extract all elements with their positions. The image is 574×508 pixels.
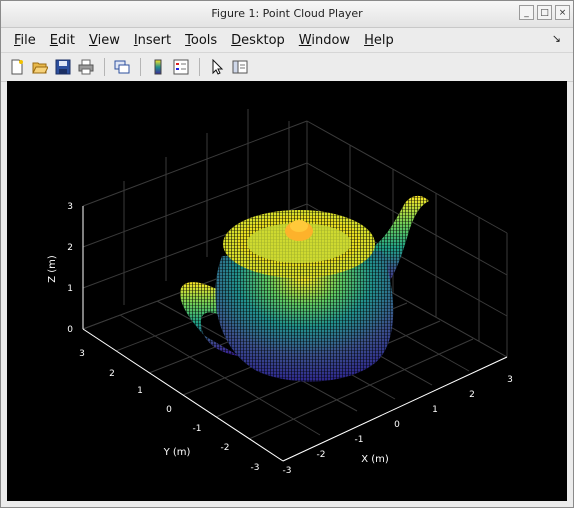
toolbar-separator xyxy=(104,58,105,76)
title-bar: Figure 1: Point Cloud Player _ □ × xyxy=(1,1,573,28)
new-figure-icon[interactable] xyxy=(6,56,28,78)
teapot-3d-axes: 0 1 2 3 Z (m) 3 2 1 0 -1 -2 -3 Y (m) -3 … xyxy=(47,109,513,476)
figure-toolbar xyxy=(1,53,573,82)
y-tick-label: -3 xyxy=(251,463,260,473)
save-icon[interactable] xyxy=(52,56,74,78)
x-tick-label: -2 xyxy=(317,450,326,460)
x-tick-label: 2 xyxy=(469,390,475,400)
z-tick-label: 0 xyxy=(67,325,73,335)
x-tick-label: 0 xyxy=(394,420,400,430)
x-tick-label: 1 xyxy=(432,405,438,415)
link-plot-icon[interactable] xyxy=(111,56,133,78)
print-icon[interactable] xyxy=(75,56,97,78)
property-inspector-icon[interactable] xyxy=(229,56,251,78)
dock-arrow-icon[interactable]: ↘ xyxy=(552,32,561,45)
window-title: Figure 1: Point Cloud Player xyxy=(211,7,363,20)
legend-icon[interactable] xyxy=(170,56,192,78)
y-tick-label: 1 xyxy=(137,386,143,396)
z-tick-label: 1 xyxy=(67,284,73,294)
toolbar-separator xyxy=(140,58,141,76)
x-axis-label: X (m) xyxy=(361,454,389,465)
figure-window: Figure 1: Point Cloud Player _ □ × File … xyxy=(0,0,574,508)
menu-view[interactable]: View xyxy=(82,33,127,48)
select-arrow-icon[interactable] xyxy=(206,56,228,78)
menu-tools[interactable]: Tools xyxy=(178,33,224,48)
x-tick-label: -1 xyxy=(355,435,364,445)
open-file-icon[interactable] xyxy=(29,56,51,78)
z-axis-label: Z (m) xyxy=(47,255,58,283)
maximize-button[interactable]: □ xyxy=(537,5,552,20)
z-tick-label: 3 xyxy=(67,202,73,212)
teapot-point-cloud xyxy=(180,195,429,382)
menu-window[interactable]: Window xyxy=(292,33,357,48)
z-axis-ticks: 0 1 2 3 xyxy=(67,202,73,335)
menu-edit[interactable]: Edit xyxy=(43,33,82,48)
minimize-button[interactable]: _ xyxy=(519,5,534,20)
menu-desktop[interactable]: Desktop xyxy=(224,33,292,48)
window-controls: _ □ × xyxy=(519,5,570,20)
colorbar-icon[interactable] xyxy=(147,56,169,78)
x-tick-label: 3 xyxy=(507,375,513,385)
menu-help[interactable]: Help xyxy=(357,33,401,48)
z-tick-label: 2 xyxy=(67,243,73,253)
y-tick-label: -2 xyxy=(221,443,230,453)
menu-file[interactable]: File xyxy=(7,33,43,48)
menu-insert[interactable]: Insert xyxy=(127,33,178,48)
toolbar-separator xyxy=(199,58,200,76)
x-tick-label: -3 xyxy=(283,466,292,476)
y-tick-label: 2 xyxy=(109,369,115,379)
y-tick-label: -1 xyxy=(193,424,202,434)
plot-area[interactable]: 0 1 2 3 Z (m) 3 2 1 0 -1 -2 -3 Y (m) -3 … xyxy=(7,81,567,501)
x-axis-ticks: -3 -2 -1 0 1 2 3 xyxy=(283,375,513,476)
y-axis-label: Y (m) xyxy=(163,447,191,458)
menu-bar: File Edit View Insert Tools Desktop Wind… xyxy=(1,28,573,53)
y-tick-label: 3 xyxy=(79,349,85,359)
close-button[interactable]: × xyxy=(555,5,570,20)
y-tick-label: 0 xyxy=(166,405,172,415)
